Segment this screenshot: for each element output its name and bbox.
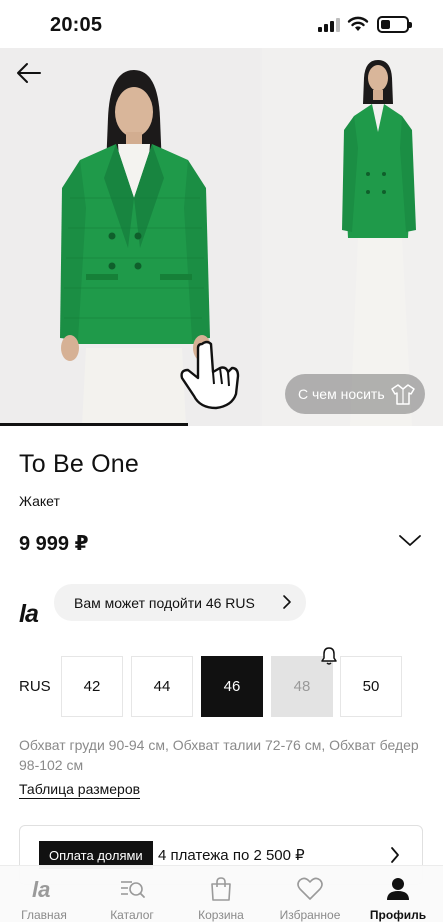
size-table-link[interactable]: Таблица размеров [19,781,141,799]
chevron-down-icon[interactable] [398,534,422,548]
product-price: 9 999 ₽ [19,533,89,555]
bag-icon [211,877,231,901]
nav-item-catalog[interactable]: Каталог [88,866,176,922]
nav-item-favorites[interactable]: Избранное [266,866,354,922]
nav-label-profile: Профиль [369,908,427,922]
heart-icon [297,877,323,900]
bell-icon[interactable] [320,646,338,666]
profile-icon [387,878,409,900]
nav-item-cart[interactable]: Корзина [177,866,265,922]
bottom-nav: la Главная Каталог Корзина Избранное Про… [0,865,443,922]
nav-item-profile[interactable]: Профиль [354,866,442,922]
status-bar: 20:05 [0,0,443,48]
la-logo: la [19,600,39,628]
product-photo-secondary[interactable] [262,48,443,426]
nav-label-catalog: Каталог [110,908,154,922]
installment-text: 4 платежа по 2 500 ₽ [158,847,305,864]
catalog-search-icon [121,881,145,898]
swipe-hand-icon [180,340,240,410]
back-arrow-icon[interactable] [14,58,44,88]
gallery-progress [0,423,188,426]
size-option-44[interactable]: 44 [131,656,193,717]
battery-icon [377,16,412,33]
wifi-icon [347,16,369,31]
cellular-signal-icon [318,18,342,32]
what-to-wear-button[interactable]: С чем носить [285,374,425,414]
size-option-42[interactable]: 42 [61,656,123,717]
product-brand[interactable]: To Be One [19,450,139,479]
size-recommendation-button[interactable]: Вам может подойти 46 RUS [54,584,306,621]
outfit-icon [391,384,415,405]
svg-text:la: la [32,877,50,902]
size-option-50[interactable]: 50 [340,656,402,717]
chevron-right-icon [283,595,291,609]
nav-item-home[interactable]: la Главная [0,866,88,922]
size-measurements: Обхват груди 90-94 см, Обхват талии 72-7… [19,737,419,773]
size-recommendation-text: Вам может подойти 46 RUS [74,594,255,611]
what-to-wear-label: С чем носить [298,386,385,402]
product-type: Жакет [19,493,60,509]
nav-label-home: Главная [21,908,67,922]
product-gallery[interactable] [0,48,443,426]
nav-label-favorites: Избранное [279,908,341,922]
size-system-label: RUS [19,678,51,695]
la-logo-icon: la [32,877,50,902]
status-time: 20:05 [50,14,103,36]
size-option-46[interactable]: 46 [201,656,263,717]
nav-label-cart: Корзина [198,908,244,922]
chevron-right-icon [391,847,399,863]
